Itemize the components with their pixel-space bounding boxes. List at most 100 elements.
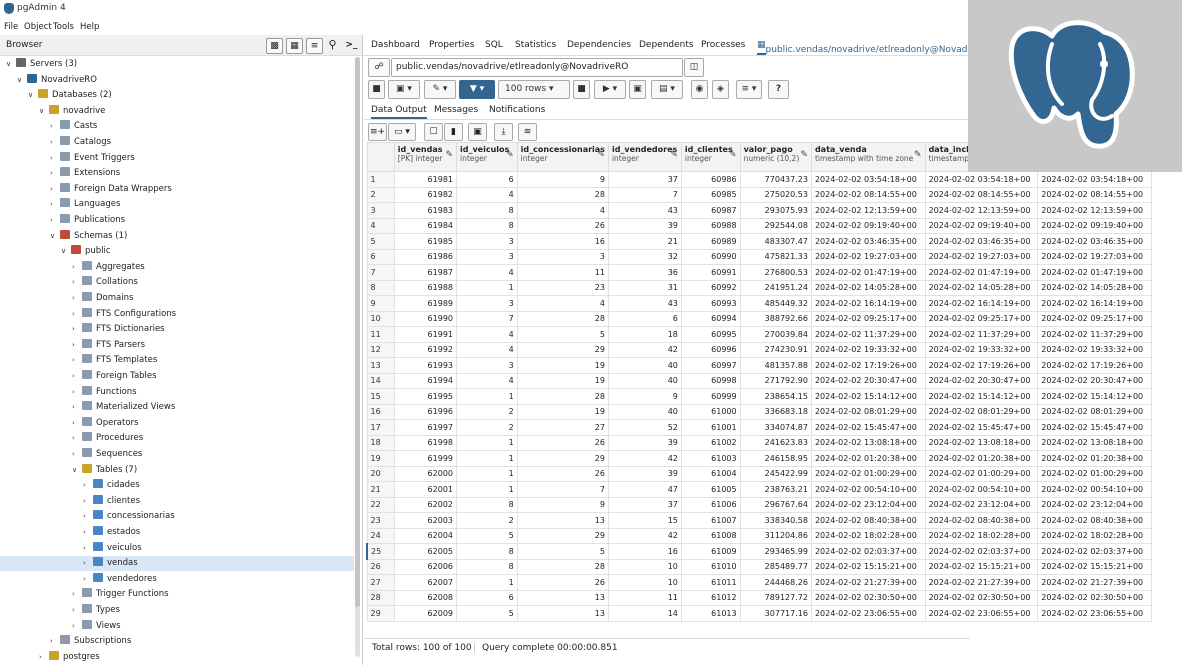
table-cell[interactable]: 388792.66 — [739, 310, 812, 327]
table-cell[interactable]: 2024-02-02 23:12:04+00 — [1037, 496, 1152, 513]
chevron-right-icon[interactable]: › — [72, 447, 82, 462]
table-row[interactable]: 4 61984 8 26 39 60988 292544.08 2024-02-02 09:1… — [366, 217, 1152, 234]
chevron-right-icon[interactable]: › — [72, 587, 82, 602]
table-cell[interactable]: 11 — [607, 589, 682, 606]
tab-sql[interactable]: SQL — [485, 40, 503, 50]
table-cell[interactable]: 61992 — [393, 341, 458, 358]
table-cell[interactable]: 245422.99 — [739, 465, 812, 482]
tree-node[interactable]: › Casts — [0, 119, 354, 134]
tab-data-output[interactable]: Data Output — [371, 105, 427, 119]
table-cell[interactable]: 2024-02-02 09:25:17+00 — [924, 310, 1039, 327]
tree-node[interactable]: › postgres — [0, 650, 354, 665]
table-cell[interactable]: 2024-02-02 15:45:47+00 — [924, 419, 1039, 436]
chevron-right-icon[interactable]: › — [83, 478, 93, 493]
table-cell[interactable]: 62009 — [393, 605, 458, 622]
explain-icon[interactable]: ▣ — [629, 80, 646, 99]
table-cell[interactable]: 2024-02-02 15:15:21+00 — [810, 558, 926, 575]
save-icon[interactable]: ▣ ▾ — [388, 80, 420, 99]
table-cell[interactable]: 61004 — [680, 465, 741, 482]
table-cell[interactable]: 16 — [607, 543, 682, 560]
table-cell[interactable]: 5 — [456, 605, 518, 622]
chevron-right-icon[interactable]: › — [50, 182, 60, 197]
table-cell[interactable]: 2024-02-02 23:12:04+00 — [810, 496, 926, 513]
table-cell[interactable]: 62008 — [393, 589, 458, 606]
table-cell[interactable]: 60993 — [680, 295, 741, 312]
table-cell[interactable]: 2024-02-02 03:46:35+00 — [810, 233, 926, 250]
filter-icon[interactable]: ▼ ▾ — [459, 80, 495, 99]
chevron-down-icon[interactable]: ∨ — [28, 88, 38, 103]
table-cell[interactable]: 2024-02-02 17:19:26+00 — [1037, 357, 1152, 374]
table-cell[interactable]: 28 — [516, 388, 609, 405]
table-row[interactable]: 10 61990 7 28 6 60994 388792.66 2024-02-02 09:2… — [366, 310, 1152, 327]
menu-tools[interactable]: Tools — [53, 22, 74, 32]
results-grid[interactable]: id_vendas [PK] integer ✎ id_veiculos intege… — [366, 142, 1152, 639]
tab-dependencies[interactable]: Dependencies — [567, 40, 631, 50]
table-cell[interactable]: 62002 — [393, 496, 458, 513]
table-cell[interactable]: 28 — [516, 310, 609, 327]
tree-node[interactable]: › Views — [0, 619, 354, 634]
table-cell[interactable]: 2024-02-02 19:27:03+00 — [924, 248, 1039, 265]
row-number[interactable]: 21 — [366, 481, 395, 498]
table-cell[interactable]: 293075.93 — [739, 202, 812, 219]
chevron-right-icon[interactable]: › — [50, 197, 60, 212]
chevron-right-icon[interactable]: › — [50, 119, 60, 134]
save-data-icon[interactable]: ▣ — [468, 123, 487, 141]
table-row[interactable]: 21 62001 1 7 47 61005 238763.21 2024-02-02 00:5… — [366, 481, 1152, 498]
search-icon[interactable]: ⚲ — [325, 38, 340, 52]
table-cell[interactable]: 60996 — [680, 341, 741, 358]
tree-node[interactable]: › cidades — [0, 478, 354, 493]
table-cell[interactable]: 338340.58 — [739, 512, 812, 529]
chevron-right-icon[interactable]: › — [50, 151, 60, 166]
table-cell[interactable]: 61986 — [393, 248, 458, 265]
chevron-right-icon[interactable]: › — [39, 650, 49, 665]
row-number[interactable]: 28 — [366, 589, 395, 606]
table-cell[interactable]: 2024-02-02 02:03:37+00 — [1037, 543, 1152, 560]
table-cell[interactable]: 2024-02-02 01:47:19+00 — [1037, 264, 1152, 281]
table-cell[interactable]: 29 — [516, 341, 609, 358]
table-cell[interactable]: 61996 — [393, 403, 458, 420]
row-number[interactable]: 3 — [366, 202, 395, 219]
table-cell[interactable]: 2024-02-02 00:54:10+00 — [810, 481, 926, 498]
table-cell[interactable]: 2024-02-02 01:20:38+00 — [810, 450, 926, 467]
table-cell[interactable]: 2024-02-02 03:46:35+00 — [924, 233, 1039, 250]
tree-node[interactable]: › veiculos — [0, 541, 354, 556]
table-cell[interactable]: 276800.53 — [739, 264, 812, 281]
table-cell[interactable]: 2024-02-02 01:00:29+00 — [924, 465, 1039, 482]
table-cell[interactable]: 274230.91 — [739, 341, 812, 358]
rollback-icon[interactable]: ◈ — [712, 80, 729, 99]
edit-icon[interactable]: ✎ ▾ — [424, 80, 456, 99]
table-cell[interactable]: 43 — [607, 295, 682, 312]
table-cell[interactable]: 52 — [607, 419, 682, 436]
tree-node[interactable]: › Domains — [0, 291, 354, 306]
edit-column-icon[interactable]: ✎ — [800, 150, 808, 160]
table-cell[interactable]: 238763.21 — [739, 481, 812, 498]
column-header[interactable]: id_veiculos integer ✎ — [456, 142, 518, 172]
table-cell[interactable]: 5 — [456, 527, 518, 544]
table-cell[interactable]: 2024-02-02 12:13:59+00 — [924, 202, 1039, 219]
commit-icon[interactable]: ◉ — [691, 80, 708, 99]
table-cell[interactable]: 2024-02-02 19:33:32+00 — [810, 341, 926, 358]
table-cell[interactable]: 241951.24 — [739, 279, 812, 296]
tree-node[interactable]: ∨ Tables (7) — [0, 463, 354, 478]
table-cell[interactable]: 61997 — [393, 419, 458, 436]
table-cell[interactable]: 36 — [607, 264, 682, 281]
table-cell[interactable]: 61984 — [393, 217, 458, 234]
table-cell[interactable]: 61998 — [393, 434, 458, 451]
table-cell[interactable]: 47 — [607, 481, 682, 498]
table-cell[interactable]: 39 — [607, 434, 682, 451]
row-number[interactable]: 15 — [366, 388, 395, 405]
delete-icon[interactable]: ▮ — [444, 123, 463, 141]
chevron-down-icon[interactable]: ∨ — [6, 57, 16, 72]
table-cell[interactable]: 62006 — [393, 558, 458, 575]
table-cell[interactable]: 61991 — [393, 326, 458, 343]
table-cell[interactable]: 475821.33 — [739, 248, 812, 265]
row-number[interactable]: 10 — [366, 310, 395, 327]
tree-node[interactable]: › Languages — [0, 197, 354, 212]
table-cell[interactable]: 2024-02-02 17:19:26+00 — [924, 357, 1039, 374]
tree-node[interactable]: ∨ Databases (2) — [0, 88, 354, 103]
tree-node[interactable]: ∨ public — [0, 244, 354, 259]
chevron-right-icon[interactable]: › — [72, 353, 82, 368]
menu-object[interactable]: Object — [24, 22, 52, 32]
tree-node[interactable]: ∨ Schemas (1) — [0, 229, 354, 244]
table-row[interactable]: 19 61999 1 29 42 61003 246158.95 2024-02-02 01:… — [366, 450, 1152, 467]
